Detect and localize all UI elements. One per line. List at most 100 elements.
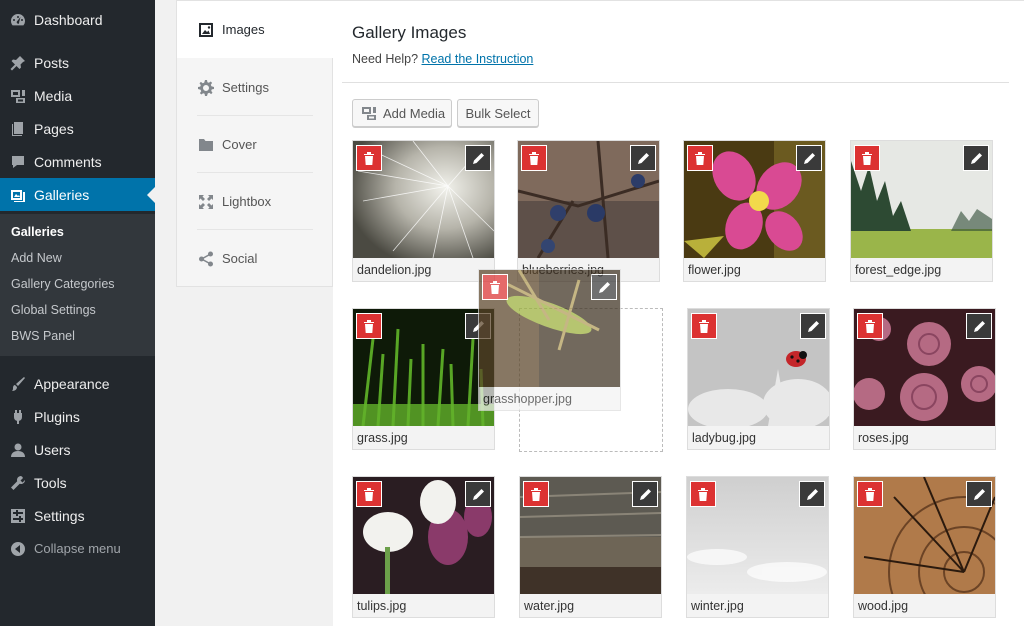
file-name: wood.jpg <box>858 599 909 613</box>
trash-icon <box>865 488 875 501</box>
edit-button[interactable] <box>591 274 617 300</box>
file-name: dandelion.jpg <box>357 263 432 277</box>
submenu-item-bws-panel[interactable]: BWS Panel <box>11 329 75 343</box>
edit-button[interactable] <box>465 145 491 171</box>
gallery-item-dandelion[interactable]: dandelion.jpg <box>352 140 495 282</box>
gallery-item-grasshopper-dragging[interactable]: grasshopper.jpg <box>478 269 621 411</box>
menu-label: Collapse menu <box>34 541 121 556</box>
delete-button[interactable] <box>690 481 716 507</box>
submenu-item-add-new[interactable]: Add New <box>11 251 62 265</box>
menu-item-media[interactable]: Media <box>0 79 155 112</box>
help-line: Need Help? Read the Instruction <box>352 52 533 66</box>
media-icon <box>10 88 26 104</box>
menu-item-dashboard[interactable]: Dashboard <box>0 3 155 36</box>
bulk-select-button[interactable]: Bulk Select <box>457 99 539 127</box>
image-icon <box>197 21 215 39</box>
submenu-item-global-settings[interactable]: Global Settings <box>11 303 96 317</box>
edit-button[interactable] <box>963 145 989 171</box>
pencil-icon <box>803 152 815 164</box>
dashboard-icon <box>10 12 26 28</box>
file-name: winter.jpg <box>691 599 744 613</box>
file-name: forest_edge.jpg <box>855 263 942 277</box>
delete-button[interactable] <box>691 313 717 339</box>
admin-sidebar: Dashboard Posts Media Pages Comments Gal… <box>0 0 155 626</box>
gallery-item-tulips[interactable]: tulips.jpg <box>352 476 495 618</box>
edit-button[interactable] <box>966 481 992 507</box>
gallery-item-blueberries[interactable]: blueberries.jpg <box>517 140 660 282</box>
pencil-icon <box>637 152 649 164</box>
wrench-icon <box>10 475 26 491</box>
instruction-link[interactable]: Read the Instruction <box>422 52 534 66</box>
share-icon <box>197 250 215 268</box>
delete-button[interactable] <box>854 145 880 171</box>
delete-button[interactable] <box>857 313 883 339</box>
page-title: Gallery Images <box>352 23 467 42</box>
gallery-item-forest-edge[interactable]: forest_edge.jpg <box>850 140 993 282</box>
user-icon <box>10 442 26 458</box>
gallery-item-roses[interactable]: roses.jpg <box>853 308 996 450</box>
menu-label: Dashboard <box>34 11 103 28</box>
tab-label: Lightbox <box>222 194 272 209</box>
delete-button[interactable] <box>356 313 382 339</box>
gallery-item-water[interactable]: water.jpg <box>519 476 662 618</box>
edit-button[interactable] <box>800 313 826 339</box>
gallery-tabs: Images Settings Cover Lightbox Social <box>176 0 333 287</box>
file-name: grasshopper.jpg <box>483 392 572 406</box>
add-media-button[interactable]: Add Media <box>352 99 452 127</box>
delete-button[interactable] <box>356 481 382 507</box>
menu-item-tools[interactable]: Tools <box>0 466 155 499</box>
trash-icon <box>529 152 539 165</box>
file-name: grass.jpg <box>357 431 408 445</box>
trash-icon <box>490 281 500 294</box>
delete-button[interactable] <box>857 481 883 507</box>
menu-item-users[interactable]: Users <box>0 433 155 466</box>
edit-button[interactable] <box>966 313 992 339</box>
menu-label: Appearance <box>34 375 110 392</box>
expand-icon <box>197 193 215 211</box>
pencil-icon <box>806 488 818 500</box>
gallery-item-grass[interactable]: grass.jpg <box>352 308 495 450</box>
gallery-item-winter[interactable]: winter.jpg <box>686 476 829 618</box>
tab-images[interactable]: Images <box>177 1 333 58</box>
edit-button[interactable] <box>796 145 822 171</box>
submenu-item-gallery-categories[interactable]: Gallery Categories <box>11 277 115 291</box>
file-name: tulips.jpg <box>357 599 407 613</box>
tab-lightbox[interactable]: Lightbox <box>177 173 333 230</box>
gallery-item-wood[interactable]: wood.jpg <box>853 476 996 618</box>
menu-item-comments[interactable]: Comments <box>0 145 155 178</box>
menu-label: Posts <box>34 54 70 71</box>
collapse-menu-button[interactable]: Collapse menu <box>0 532 155 565</box>
tab-social[interactable]: Social <box>177 230 333 287</box>
edit-button[interactable] <box>465 481 491 507</box>
collapse-icon <box>10 541 26 557</box>
file-name: ladybug.jpg <box>692 431 756 445</box>
file-name: roses.jpg <box>858 431 909 445</box>
help-text: Need Help? <box>352 52 419 66</box>
delete-button[interactable] <box>482 274 508 300</box>
menu-item-pages[interactable]: Pages <box>0 112 155 145</box>
trash-icon <box>364 488 374 501</box>
tab-label: Settings <box>222 80 269 95</box>
edit-button[interactable] <box>630 145 656 171</box>
gallery-item-ladybug[interactable]: ladybug.jpg <box>687 308 830 450</box>
tab-settings[interactable]: Settings <box>177 59 333 116</box>
menu-item-settings[interactable]: Settings <box>0 499 155 532</box>
edit-button[interactable] <box>632 481 658 507</box>
menu-label: Users <box>34 441 71 458</box>
delete-button[interactable] <box>521 145 547 171</box>
delete-button[interactable] <box>687 145 713 171</box>
menu-label: Tools <box>34 474 67 491</box>
edit-button[interactable] <box>799 481 825 507</box>
tab-label: Cover <box>222 137 257 152</box>
menu-item-appearance[interactable]: Appearance <box>0 367 155 400</box>
submenu-item-galleries[interactable]: Galleries <box>11 225 64 239</box>
delete-button[interactable] <box>523 481 549 507</box>
menu-item-plugins[interactable]: Plugins <box>0 400 155 433</box>
pencil-icon <box>598 281 610 293</box>
add-media-label: Add Media <box>383 105 446 121</box>
delete-button[interactable] <box>356 145 382 171</box>
menu-item-galleries[interactable]: Galleries <box>0 178 155 211</box>
gallery-item-flower[interactable]: flower.jpg <box>683 140 826 282</box>
tab-cover[interactable]: Cover <box>177 116 333 173</box>
menu-item-posts[interactable]: Posts <box>0 46 155 79</box>
